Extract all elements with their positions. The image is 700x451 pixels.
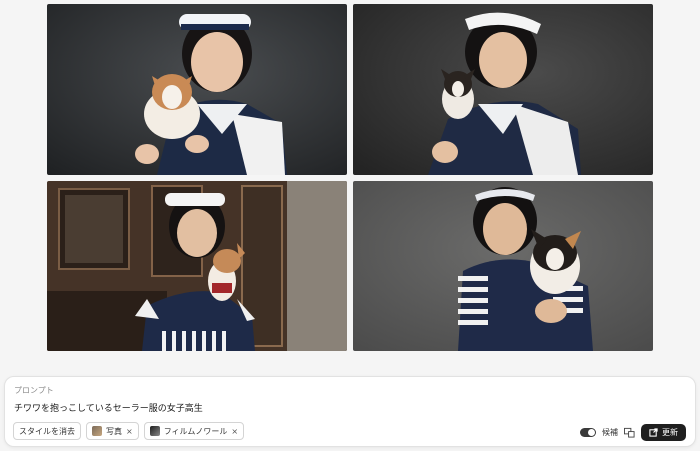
result-image-4[interactable] [353,181,653,351]
prompt-label: プロンプト [14,386,54,395]
film-noir-thumbnail-icon [149,426,160,436]
compare-icon[interactable] [624,427,635,438]
update-label: 更新 [662,428,678,437]
external-edit-icon [649,428,658,437]
clear-styles-button[interactable]: スタイルを消去 [13,422,81,440]
result-image-2[interactable] [353,4,653,175]
candidates-label: 候補 [602,428,618,437]
style-chips: スタイルを消去 写真 × フィルムノワール × [13,422,245,440]
style-chip-photo[interactable]: 写真 × [86,422,139,440]
remove-chip-icon[interactable]: × [231,427,238,436]
prompt-panel: プロンプト チワワを抱っこしているセーラー服の女子高生 スタイルを消去 写真 ×… [4,376,696,447]
remove-chip-icon[interactable]: × [126,427,133,436]
style-chip-label: フィルムノワール [163,426,228,436]
image-gallery [0,0,700,372]
result-image-1[interactable] [47,4,347,175]
result-image-3[interactable] [47,181,347,351]
style-chip-label: 写真 [106,426,122,436]
prompt-input[interactable]: チワワを抱っこしているセーラー服の女子高生 [14,401,574,414]
right-controls: 候補 更新 [580,424,686,441]
clear-styles-label: スタイルを消去 [19,426,75,436]
update-button[interactable]: 更新 [641,424,686,441]
candidates-toggle[interactable] [580,428,596,437]
style-chip-film-noir[interactable]: フィルムノワール × [143,422,245,440]
photo-thumbnail-icon [92,426,102,436]
